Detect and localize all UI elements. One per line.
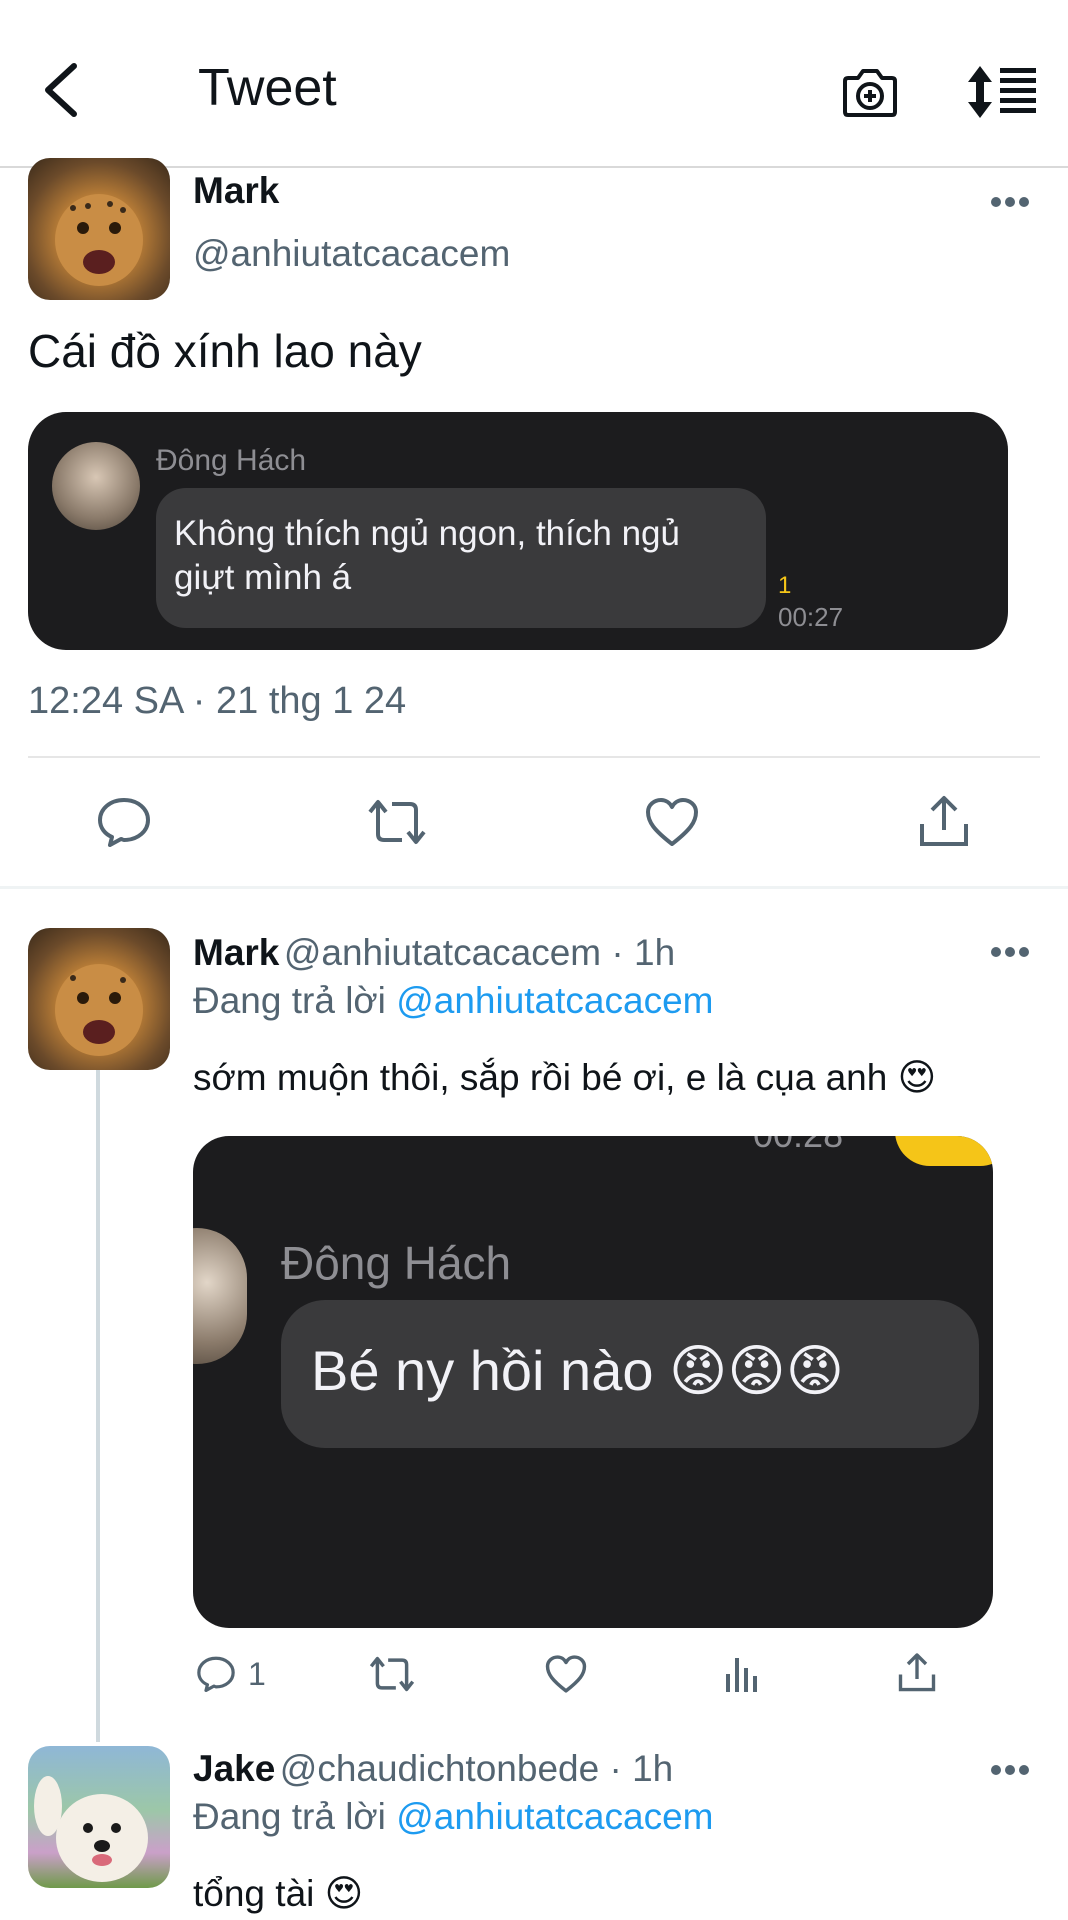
- chat-time: 00:27: [778, 602, 844, 632]
- sort-replies-icon[interactable]: [966, 64, 1038, 120]
- author-handle[interactable]: @anhiutatcacacem: [193, 233, 510, 275]
- time-ago: · 1h: [599, 1748, 674, 1789]
- chat-avatar: [193, 1228, 247, 1364]
- replying-to-line: Đang trả lời @anhiutatcacacem: [193, 1796, 713, 1838]
- reply-text: sớm muộn thôi, sắp rồi bé ơi, e là cụa a…: [193, 1057, 937, 1098]
- thread-connector-line: [96, 1066, 100, 1742]
- time-ago: · 1h: [601, 932, 676, 973]
- avatar-jake[interactable]: [28, 1746, 170, 1888]
- analytics-icon[interactable]: [722, 1654, 762, 1694]
- divider: [28, 756, 1040, 758]
- page-title: Tweet: [198, 59, 337, 117]
- reply-header: Mark @anhiutatcacacem · 1h: [193, 932, 675, 974]
- chat-read-count: 1: [778, 572, 792, 599]
- reply-icon[interactable]: [196, 1654, 236, 1694]
- chat-sender-name: Đông Hách: [281, 1237, 512, 1289]
- chat-sender-name: Đông Hách: [156, 444, 307, 477]
- more-options-icon[interactable]: [990, 1764, 1030, 1776]
- replying-to-line: Đang trả lời @anhiutatcacacem: [193, 980, 713, 1022]
- embedded-chat-screenshot[interactable]: 00:28 Đông Hách Bé ny hồi nào 😡😡😡: [193, 1136, 993, 1628]
- author-name[interactable]: Jake: [193, 1748, 275, 1789]
- replying-to-prefix: Đang trả lời: [193, 980, 397, 1021]
- chat-message-bubble: Bé ny hồi nào 😡😡😡: [281, 1300, 979, 1448]
- retweet-icon[interactable]: [368, 1654, 416, 1694]
- avatar-mark[interactable]: [28, 928, 170, 1070]
- share-icon[interactable]: [916, 794, 972, 850]
- author-name[interactable]: Mark: [193, 170, 279, 212]
- more-options-icon[interactable]: [990, 946, 1030, 958]
- chat-own-bubble-edge: [895, 1136, 993, 1166]
- replying-to-prefix: Đang trả lời: [193, 1796, 397, 1837]
- top-bar: Tweet: [0, 0, 1068, 168]
- chat-message-line: giựt mình á: [174, 558, 352, 597]
- avatar-mark[interactable]: [28, 158, 170, 300]
- author-handle[interactable]: @anhiutatcacacem: [284, 932, 601, 973]
- cheetah-avatar-icon: [55, 194, 143, 286]
- reply-icon[interactable]: [96, 796, 152, 848]
- embedded-chat-screenshot[interactable]: Đông Hách Không thích ngủ ngon, thích ng…: [28, 412, 1008, 650]
- like-heart-icon[interactable]: [544, 1654, 588, 1694]
- chat-avatar: [52, 442, 140, 530]
- retweet-icon[interactable]: [366, 796, 428, 848]
- section-divider: [0, 886, 1068, 889]
- more-options-icon[interactable]: [990, 196, 1030, 208]
- reply-header: Jake @chaudichtonbede · 1h: [193, 1748, 673, 1790]
- tweet-timestamp: 12:24 SA · 21 thg 1 24: [28, 680, 407, 722]
- author-name[interactable]: Mark: [193, 932, 279, 973]
- author-handle[interactable]: @chaudichtonbede: [280, 1748, 599, 1789]
- replying-to-link[interactable]: @anhiutatcacacem: [396, 1796, 713, 1837]
- chat-message-bubble: Không thích ngủ ngon, thích ngủ giựt mìn…: [156, 488, 766, 628]
- share-icon[interactable]: [896, 1652, 938, 1694]
- back-arrow-icon[interactable]: [40, 60, 84, 120]
- reply-text: tổng tài 😍: [193, 1873, 364, 1914]
- camera-icon[interactable]: [842, 66, 898, 118]
- cheetah-avatar-icon: [55, 964, 143, 1056]
- tweet-text: Cái đồ xính lao này: [28, 325, 422, 377]
- replying-to-link[interactable]: @anhiutatcacacem: [396, 980, 713, 1021]
- dog-avatar-icon: [34, 1776, 148, 1882]
- chat-time: 00:28: [753, 1136, 843, 1156]
- reply-count: 1: [248, 1656, 266, 1692]
- like-heart-icon[interactable]: [644, 796, 700, 848]
- chat-message-line: Không thích ngủ ngon, thích ngủ: [174, 514, 680, 553]
